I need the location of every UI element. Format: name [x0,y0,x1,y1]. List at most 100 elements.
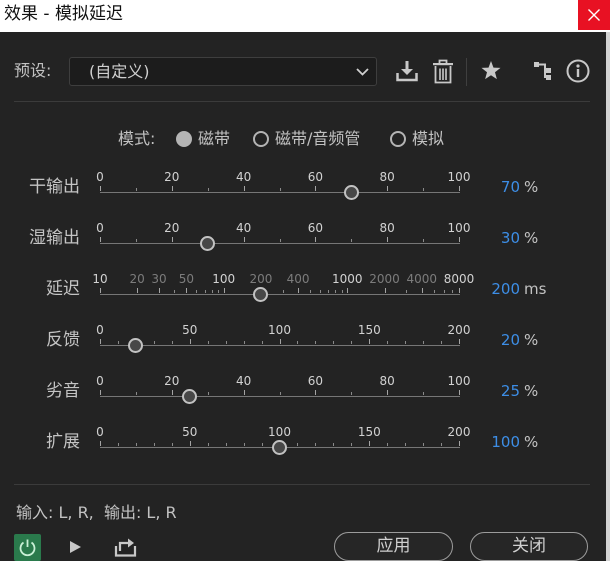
radio-tape-tube[interactable] [253,131,269,147]
trash-tick-label: 20 [164,374,180,388]
close-button[interactable]: 关闭 [470,532,588,561]
wet-output-scale-tick [280,239,281,242]
dry-output-slider-track[interactable] [100,192,460,193]
delay-scale-tick [186,288,187,293]
radio-tape[interactable] [176,131,192,147]
spread-scale-tick [405,443,406,446]
feedback-unit: % [524,331,539,349]
trash-scale-tick [172,390,173,395]
delay-scale-tick [212,290,213,293]
delay-tick-label: 100 [212,272,236,286]
preset-dropdown[interactable]: (自定义) [69,57,377,86]
feedback-tick-label: 100 [268,323,291,337]
trash-scale-tick [423,392,424,395]
window-title: 效果 - 模拟延迟 [4,4,123,24]
trash-scale-tick [136,392,137,395]
radio-tape-label[interactable]: 磁带 [198,129,230,149]
delay-scale-tick [342,290,343,293]
toolbar-divider [466,58,467,86]
delay-scale-tick [452,290,453,293]
dry-output-tick-label: 40 [235,170,252,184]
delay-scale-tick [205,290,206,293]
loop-export-button[interactable] [114,537,137,557]
delete-preset-button[interactable] [432,59,454,84]
feedback-slider-track[interactable] [100,345,460,346]
wet-output-tick-label: 20 [164,221,180,235]
trash-slider-track[interactable] [100,396,460,397]
feedback-scale-tick [208,341,209,344]
favorite-button[interactable] [480,60,502,82]
routing-button[interactable] [533,60,553,82]
feedback-scale-tick [262,341,263,344]
spread-scale-tick [118,443,119,446]
radio-tape-tube-label[interactable]: 磁带/音频管 [275,129,360,149]
feedback-scale-tick [405,341,406,344]
dry-output-tick-label: 60 [307,170,324,184]
delay-tick-label: 200 [249,272,273,286]
feedback-tick-label: 0 [96,323,104,337]
dry-output-slider-knob[interactable] [343,184,359,200]
feedback-tick-label: 150 [357,323,381,337]
power-toggle-button[interactable] [14,534,41,561]
window-close-button[interactable] [578,0,610,30]
spread-scale-tick [154,443,155,446]
dry-output-scale-tick [280,188,281,191]
dry-output-unit: % [524,178,539,196]
delay-tick-label: 50 [178,272,195,286]
delay-slider-track[interactable] [100,294,460,295]
trash-slider-knob[interactable] [182,388,198,404]
trash-scale-tick [100,390,101,395]
spread-scale-tick [423,443,424,446]
spread-scale-tick [136,443,137,446]
spread-scale-tick [190,441,191,446]
feedback-value[interactable]: 20 [460,330,520,350]
dry-output-scale-tick [136,188,137,191]
delay-scale-tick [224,288,225,293]
dry-output-tick-label: 0 [96,170,104,184]
delay-scale-tick [137,288,138,293]
info-button[interactable] [566,59,590,83]
delay-scale-tick [444,290,445,293]
spread-slider-knob[interactable] [272,439,287,455]
delay-scale-tick [100,288,101,293]
delay-tick-label: 30 [151,272,167,286]
delay-value[interactable]: 200 [460,279,520,299]
wet-output-slider-knob[interactable] [200,235,216,251]
wet-output-tick-label: 80 [379,221,395,235]
spread-value[interactable]: 100 [460,432,520,452]
trash-scale-tick [280,392,281,395]
preset-label: 预设: [14,61,52,80]
spread-scale-tick [369,441,370,446]
dry-output-value[interactable]: 70 [460,177,520,197]
radio-analog-label[interactable]: 模拟 [412,129,444,149]
feedback-slider-knob[interactable] [128,337,144,353]
delay-scale-tick [196,290,197,293]
apply-button[interactable]: 应用 [334,532,453,561]
preview-play-button[interactable] [69,540,82,554]
spread-scale-tick [226,443,227,446]
trash-unit: % [524,382,539,400]
feedback-scale-tick [387,341,388,344]
delay-slider-knob[interactable] [253,286,269,302]
save-preset-button[interactable] [395,59,419,83]
star-icon [481,61,501,80]
trash-tick-label: 0 [96,374,104,388]
trash-scale-tick [351,392,352,395]
trash-label: 劣音 [46,381,80,401]
feedback-label: 反馈 [46,330,80,350]
dry-output-scale-tick [244,186,245,191]
spread-scale-tick [441,443,442,446]
trash-value[interactable]: 25 [460,381,520,401]
feedback-scale-tick [297,341,298,344]
dry-output-tick-label: 80 [379,170,395,184]
feedback-scale-tick [369,339,370,344]
wet-output-value[interactable]: 30 [460,228,520,248]
wet-output-slider-track[interactable] [100,243,460,244]
preset-selected-value: (自定义) [89,62,150,81]
delay-scale-tick [310,290,311,293]
delay-label: 延迟 [46,279,80,299]
trash-tick-label: 60 [307,374,324,388]
radio-analog[interactable] [390,131,406,147]
feedback-scale-tick [423,341,424,344]
title-bar: 效果 - 模拟延迟 [0,0,610,32]
